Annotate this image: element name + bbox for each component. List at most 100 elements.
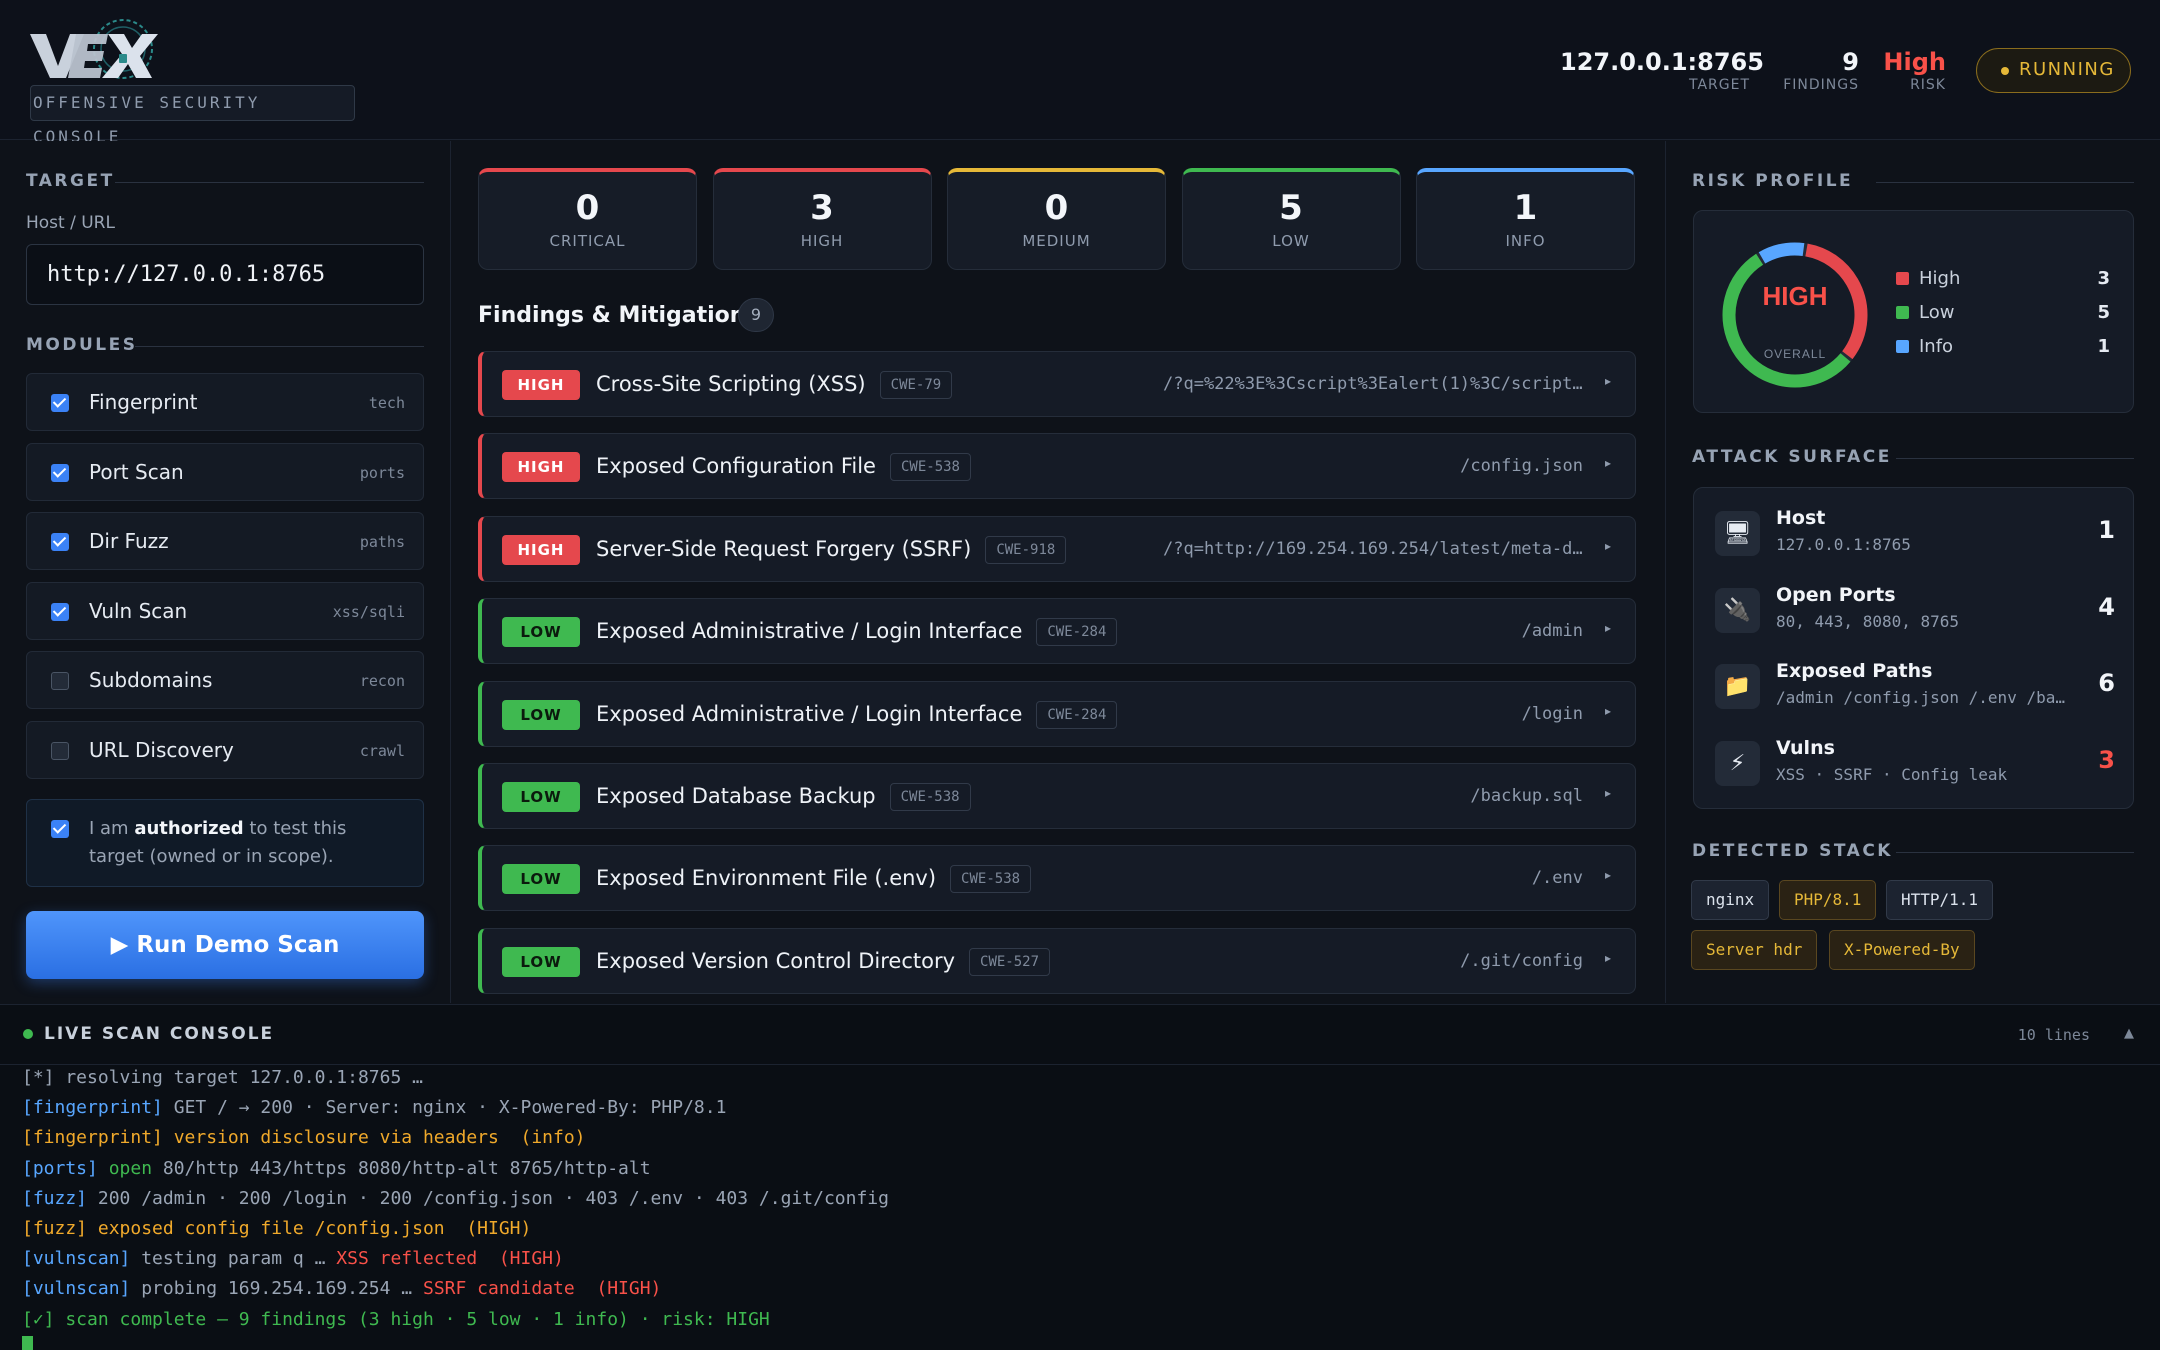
module-dir-fuzz[interactable]: Dir Fuzz paths: [26, 512, 424, 570]
module-checkbox[interactable]: [51, 533, 69, 551]
module-subdomains[interactable]: Subdomains recon: [26, 651, 424, 709]
expand-arrow-icon[interactable]: ▸: [1605, 786, 1611, 800]
surface-count: 3: [2098, 745, 2115, 774]
expand-arrow-icon[interactable]: ▸: [1605, 456, 1611, 470]
cwe-tag: CWE-527: [969, 947, 1051, 976]
risk-value: High: [1883, 48, 1946, 76]
finding-row[interactable]: HIGH Exposed Configuration File CWE-538/co…: [478, 433, 1636, 500]
module-checkbox[interactable]: [51, 672, 69, 690]
surface-count: 4: [2098, 592, 2115, 621]
stat-label: CRITICAL: [549, 232, 626, 250]
surface-item-exposed-paths[interactable]: 📁 Exposed Paths/admin /config.json /.env …: [1715, 657, 2115, 717]
stat-label: HIGH: [800, 232, 844, 250]
legend-item-info: Info: [1896, 336, 1953, 357]
module-name: Vuln Scan: [89, 598, 188, 623]
module-checkbox[interactable]: [51, 602, 69, 621]
module-vuln-scan[interactable]: Vuln Scan xss/sqli: [26, 581, 424, 640]
module-checkbox[interactable]: [51, 463, 69, 482]
module-url-discovery[interactable]: URL Discovery crawl: [26, 720, 424, 779]
finding-row[interactable]: HIGH Server-Side Request Forgery (SSRF) CW…: [478, 515, 1636, 582]
expand-arrow-icon[interactable]: ▸: [1605, 539, 1611, 553]
collapse-triangle-icon[interactable]: ▲: [2124, 1026, 2134, 1041]
console-segment: 200 /admin · 200 /login · 200 /config.js…: [87, 1187, 889, 1209]
legend-item-low: Low: [1896, 302, 1954, 323]
surface-item-open-ports[interactable]: 🔌 Open Ports 80, 443, 8080, 8765 4: [1715, 581, 2115, 641]
expand-arrow-icon[interactable]: ▸: [1605, 374, 1611, 388]
vex-logo: [30, 19, 158, 79]
legend-label: Low: [1919, 302, 1955, 323]
module-tag: ports: [359, 463, 405, 482]
donut-segment-high: [1722, 242, 1868, 388]
computer-icon: 🖥: [1715, 511, 1760, 556]
plug-icon: 🔌: [1715, 587, 1760, 633]
severity-badge: HIGH: [502, 534, 580, 565]
finding-row[interactable]: HIGH Cross-Site Scripting (XSS) CWE-79 /?q=…: [478, 351, 1636, 417]
legend-label: Info: [1919, 336, 1954, 357]
severity-badge: LOW: [502, 946, 580, 977]
folder-icon: 📁: [1715, 664, 1760, 709]
stack-chip: PHP/8.1: [1779, 880, 1877, 920]
surface-detail: /admin /config.json /.env /backup.sql /.…: [1776, 688, 2066, 707]
finding-row[interactable]: LOW Exposed Environment File (.env) CWE-53…: [478, 845, 1636, 912]
live-dot-icon: [23, 1029, 33, 1039]
module-name: Subdomains: [89, 668, 213, 692]
stat-medium: 0 MEDIUM: [947, 168, 1166, 270]
finding-row[interactable]: LOW Exposed Version Control Directory CWE-…: [478, 927, 1636, 994]
host-label: Host / URL: [26, 213, 115, 233]
cwe-tag: CWE-538: [889, 453, 971, 482]
finding-title-group: Exposed Version Control Directory CWE-527: [596, 947, 1051, 976]
expand-arrow-icon[interactable]: ▸: [1605, 704, 1611, 718]
authorization-box[interactable]: I am authorized to test this target (own…: [26, 799, 424, 887]
cwe-tag: CWE-538: [889, 783, 971, 811]
module-name: Port Scan: [89, 459, 184, 484]
module-name: Dir Fuzz: [89, 529, 169, 553]
console-segment: [fingerprint] version disclosure via hea…: [22, 1127, 586, 1149]
authorization-checkbox[interactable]: [51, 820, 69, 838]
module-checkbox[interactable]: [51, 394, 69, 412]
finding-row[interactable]: LOW Exposed Administrative / Login Interf…: [478, 598, 1636, 665]
surface-item-host[interactable]: 🖥 Host 127.0.0.1:8765 1: [1715, 504, 2115, 564]
target-section-title: TARGET: [26, 171, 115, 191]
risk-profile-title: RISK PROFILE: [1692, 171, 1854, 191]
console-header[interactable]: LIVE SCAN CONSOLE 10 lines ▲: [0, 1005, 2160, 1065]
module-fingerprint[interactable]: Fingerprint tech: [26, 373, 424, 431]
divider: [1876, 182, 2134, 183]
expand-arrow-icon[interactable]: ▸: [1605, 951, 1611, 965]
stat-value: 5: [1279, 188, 1303, 228]
expand-arrow-icon[interactable]: ▸: [1605, 621, 1611, 635]
console-line: [fuzz] exposed config file /config.json …: [22, 1218, 531, 1239]
console-line: [vulnscan] testing param q … XSS reflect…: [22, 1248, 564, 1269]
surface-detail: 127.0.0.1:8765: [1776, 535, 1911, 554]
module-tag: crawl: [359, 741, 405, 760]
stat-label: LOW: [1272, 232, 1310, 250]
legend-swatch: [1896, 306, 1909, 319]
surface-count: 6: [2098, 669, 2115, 697]
legend-value: 5: [2097, 302, 2110, 323]
module-name: URL Discovery: [89, 737, 234, 762]
donut-segment-info: [1722, 242, 1868, 388]
legend-value: 3: [2097, 268, 2110, 289]
module-port-scan[interactable]: Port Scan ports: [26, 442, 424, 501]
finding-path: /config.json: [1460, 456, 1583, 477]
findings-panel: Findings & Mitigations 9 0 CRITICAL 3 HIGH 0…: [452, 141, 1664, 1003]
stat-value: 1: [1513, 188, 1538, 228]
console-segment: [fuzz] exposed config file /config.json …: [22, 1218, 532, 1239]
divider: [1896, 458, 2134, 459]
cwe-tag: CWE-284: [1036, 618, 1118, 647]
surface-item-vulns[interactable]: ⚡ Vulns XSS · SSRF · Config leak 3: [1715, 734, 2115, 794]
risk-donut-center-label: OVERALL: [1764, 347, 1826, 361]
finding-path: /admin: [1521, 621, 1583, 642]
surface-detail: 80, 443, 8080, 8765: [1776, 611, 1960, 631]
finding-title: Exposed Configuration File: [596, 454, 876, 479]
surface-count: 1: [2098, 516, 2115, 544]
module-checkbox[interactable]: [51, 741, 69, 760]
console-segment: open: [97, 1157, 153, 1179]
module-tag: recon: [359, 672, 405, 690]
run-demo-scan-button[interactable]: ▶ Run Demo Scan: [26, 911, 424, 979]
host-input[interactable]: http://127.0.0.1:8765: [26, 244, 424, 305]
finding-row[interactable]: LOW Exposed Database Backup CWE-538/backup…: [478, 763, 1636, 829]
legend-swatch: [1896, 340, 1909, 353]
finding-title-group: Exposed Database Backup CWE-538: [596, 783, 971, 811]
expand-arrow-icon[interactable]: ▸: [1605, 868, 1611, 882]
finding-row[interactable]: LOW Exposed Administrative / Login Interf…: [478, 680, 1636, 747]
